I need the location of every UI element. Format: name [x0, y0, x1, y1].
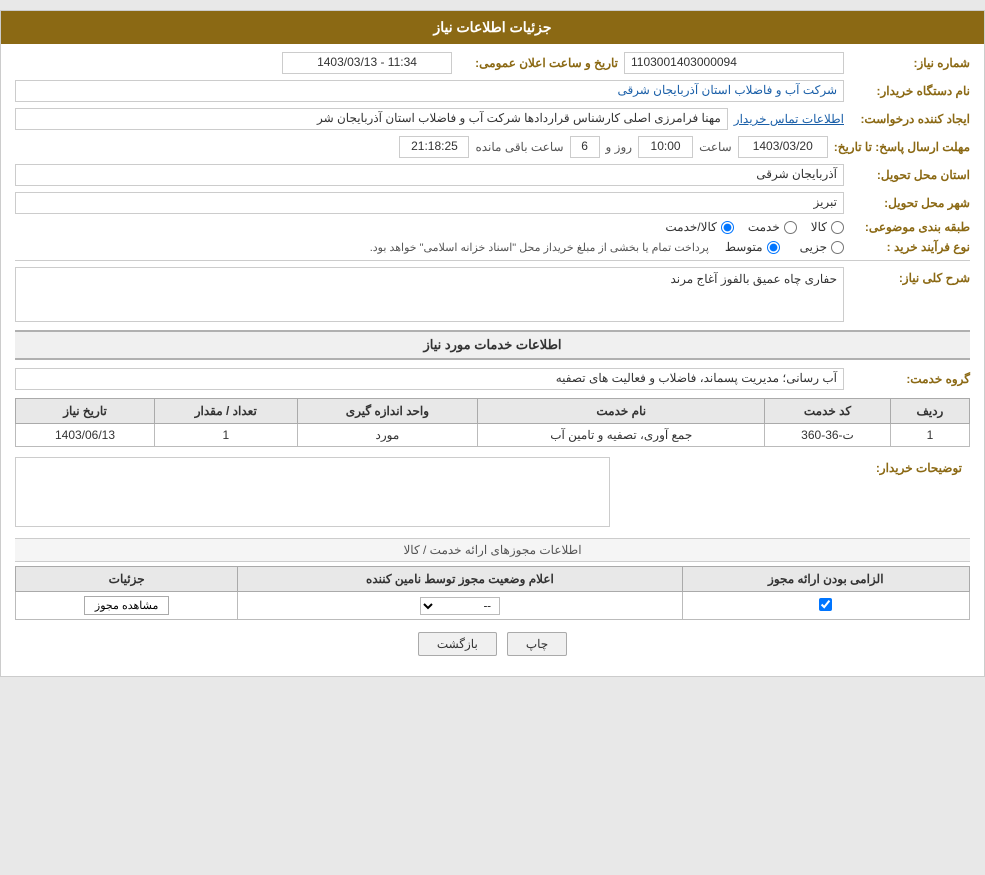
response-remaining: 21:18:25 — [399, 136, 469, 158]
need-desc-value: حفاری چاه عمیق بالفوز آغاج مرند — [15, 267, 844, 322]
col-unit: واحد اندازه گیری — [297, 399, 478, 424]
purchase-motavasset-label: متوسط — [725, 240, 763, 254]
col-date: تاریخ نیاز — [16, 399, 155, 424]
response-date: 1403/03/20 — [738, 136, 828, 158]
services-section-title: اطلاعات خدمات مورد نیاز — [15, 330, 970, 360]
footer-buttons: چاپ بازگشت — [15, 620, 970, 668]
permit-status-cell: -- دارم ندارم — [238, 592, 682, 620]
col-name: نام خدمت — [478, 399, 765, 424]
permit-status-select[interactable]: -- دارم ندارم — [420, 597, 500, 615]
col-code: کد خدمت — [765, 399, 891, 424]
response-deadline-label: مهلت ارسال پاسخ: تا تاریخ: — [834, 140, 970, 154]
creator-value: مهنا فرامرزی اصلی کارشناس قراردادها شرکت… — [15, 108, 728, 130]
response-time-label: ساعت — [699, 140, 732, 154]
need-desc-label: شرح کلی نیاز: — [850, 267, 970, 285]
services-table-section: ردیف کد خدمت نام خدمت واحد اندازه گیری ت… — [15, 398, 970, 447]
purchase-jozi-item: جزیی — [800, 240, 844, 254]
buyer-org-label: نام دستگاه خریدار: — [850, 84, 970, 98]
permit-details-cell: مشاهده مجوز — [16, 592, 238, 620]
category-khedmat-label: خدمت — [748, 220, 780, 234]
cell-code: ت-36-360 — [765, 424, 891, 447]
back-button[interactable]: بازگشت — [418, 632, 497, 656]
delivery-city-label: شهر محل تحویل: — [850, 196, 970, 210]
col-permit-details: جزئیات — [16, 567, 238, 592]
buyer-desc-table: توضیحات خریدار: — [15, 457, 970, 530]
delivery-province-value: آذربایجان شرقی — [15, 164, 844, 186]
category-both-item: کالا/خدمت — [665, 220, 733, 234]
table-row: 1ت-36-360جمع آوری، تصفیه و تامین آبمورد1… — [16, 424, 970, 447]
response-remaining-label: ساعت باقی مانده — [475, 140, 563, 154]
delivery-province-label: استان محل تحویل: — [850, 168, 970, 182]
view-permit-button[interactable]: مشاهده مجوز — [84, 596, 169, 615]
purchase-jozi-label: جزیی — [800, 240, 827, 254]
category-kala-radio[interactable] — [831, 221, 844, 234]
category-both-radio[interactable] — [721, 221, 734, 234]
delivery-city-value: تبریز — [15, 192, 844, 214]
category-kala-label: کالا — [811, 220, 827, 234]
permits-table-section: الزامی بودن ارائه مجوز اعلام وضعیت مجوز … — [15, 566, 970, 620]
purchase-notice: پرداخت تمام یا بخشی از مبلغ خریداز محل "… — [15, 241, 709, 254]
page-title: جزئیات اطلاعات نیاز — [433, 19, 551, 35]
services-table: ردیف کد خدمت نام خدمت واحد اندازه گیری ت… — [15, 398, 970, 447]
cell-row: 1 — [890, 424, 969, 447]
buyer-org-value: شرکت آب و فاضلاب استان آذربایجان شرقی — [15, 80, 844, 102]
category-both-label: کالا/خدمت — [665, 220, 716, 234]
announce-date-value: 1403/03/13 - 11:34 — [282, 52, 452, 74]
need-number-label: شماره نیاز: — [850, 56, 970, 70]
purchase-motavasset-radio[interactable] — [767, 241, 780, 254]
cell-unit: مورد — [297, 424, 478, 447]
buyer-desc-label: توضیحات خریدار: — [610, 457, 970, 530]
service-group-value: آب رسانی؛ مدیریت پسماند، فاضلاب و فعالیت… — [15, 368, 844, 390]
col-permit-required: الزامی بودن ارائه مجوز — [682, 567, 969, 592]
col-qty: تعداد / مقدار — [155, 399, 298, 424]
permits-section-title: اطلاعات مجوزهای ارائه خدمت / کالا — [15, 538, 970, 562]
response-time: 10:00 — [638, 136, 693, 158]
cell-date: 1403/06/13 — [16, 424, 155, 447]
permit-row: -- دارم ندارم مشاهده مجوز — [16, 592, 970, 620]
permit-required-cell — [682, 592, 969, 620]
announce-date-label: تاریخ و ساعت اعلان عمومی: — [458, 56, 618, 70]
creator-label: ایجاد کننده درخواست: — [850, 112, 970, 126]
cell-name: جمع آوری، تصفیه و تامین آب — [478, 424, 765, 447]
category-kala-item: کالا — [811, 220, 844, 234]
cell-quantity: 1 — [155, 424, 298, 447]
creator-link[interactable]: اطلاعات تماس خریدار — [734, 112, 844, 126]
need-number-value: 1103001403000094 — [624, 52, 844, 74]
purchase-type-label: نوع فرآیند خرید : — [850, 240, 970, 254]
col-permit-status: اعلام وضعیت مجوز توسط نامین کننده — [238, 567, 682, 592]
print-button[interactable]: چاپ — [507, 632, 567, 656]
response-days: 6 — [570, 136, 600, 158]
purchase-jozi-radio[interactable] — [831, 241, 844, 254]
col-row: ردیف — [890, 399, 969, 424]
permit-required-checkbox[interactable] — [819, 598, 832, 611]
category-khedmat-radio[interactable] — [784, 221, 797, 234]
buyer-desc-textarea[interactable] — [15, 457, 610, 527]
response-day-label: روز و — [606, 140, 633, 154]
purchase-motavasset-item: متوسط — [725, 240, 780, 254]
page-header: جزئیات اطلاعات نیاز — [1, 11, 984, 44]
buyer-desc-section: توضیحات خریدار: — [15, 457, 970, 530]
permits-table: الزامی بودن ارائه مجوز اعلام وضعیت مجوز … — [15, 566, 970, 620]
category-label: طبقه بندی موضوعی: — [850, 220, 970, 234]
service-group-label: گروه خدمت: — [850, 372, 970, 386]
category-khedmat-item: خدمت — [748, 220, 797, 234]
